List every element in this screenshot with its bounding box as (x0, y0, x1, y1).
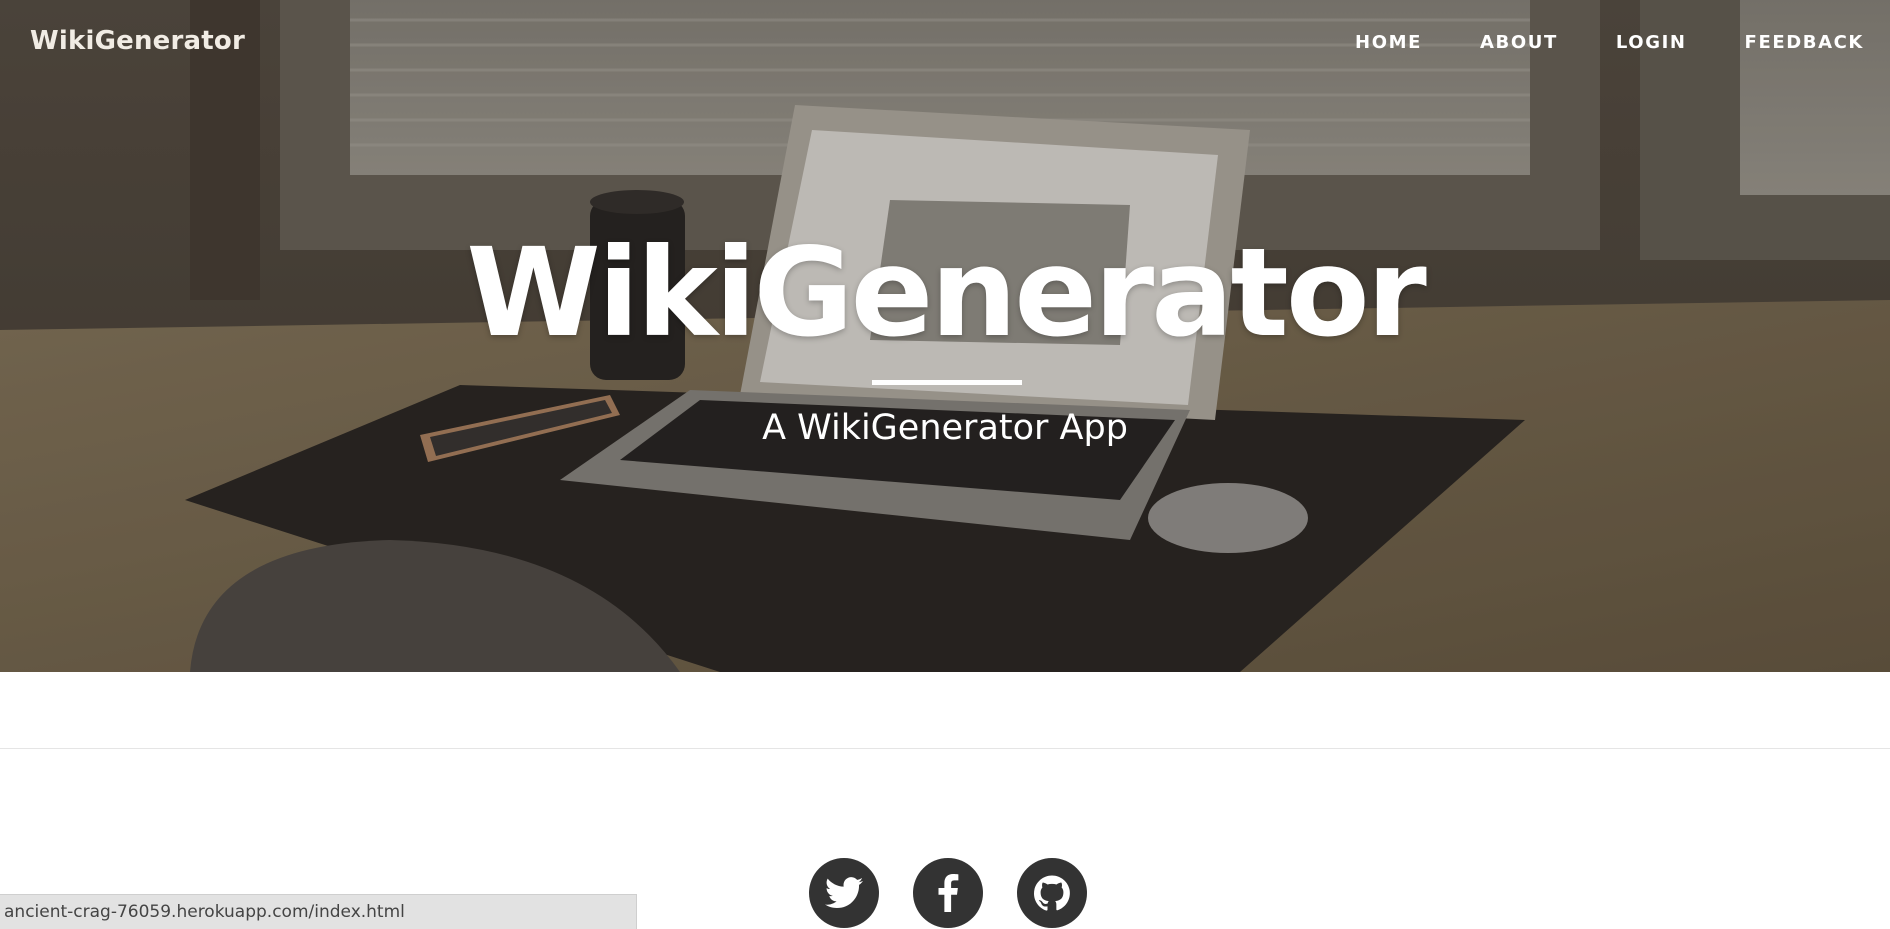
brand-logo-link[interactable]: WikiGenerator (30, 26, 245, 56)
nav-about-link[interactable]: ABOUT (1480, 32, 1558, 53)
browser-status-bar: ancient-crag-76059.herokuapp.com/index.h… (0, 894, 637, 929)
facebook-icon (938, 874, 959, 912)
nav-feedback-link[interactable]: FEEDBACK (1745, 32, 1864, 53)
facebook-button[interactable] (913, 858, 983, 928)
hero-section: WikiGenerator HOME ABOUT LOGIN FEEDBACK … (0, 0, 1890, 672)
top-navigation: HOME ABOUT LOGIN FEEDBACK (1297, 32, 1864, 53)
status-url: ancient-crag-76059.herokuapp.com/index.h… (4, 902, 405, 922)
nav-home-link[interactable]: HOME (1355, 32, 1422, 53)
twitter-button[interactable] (809, 858, 879, 928)
hero-subtitle: A WikiGenerator App (762, 408, 1128, 448)
twitter-icon (825, 877, 863, 909)
nav-login-link[interactable]: LOGIN (1616, 32, 1687, 53)
hero-title: WikiGenerator (466, 222, 1427, 364)
hero-divider (872, 380, 1022, 385)
github-button[interactable] (1017, 858, 1087, 928)
social-links (809, 858, 1087, 928)
github-icon (1034, 875, 1070, 911)
section-divider (0, 748, 1890, 749)
